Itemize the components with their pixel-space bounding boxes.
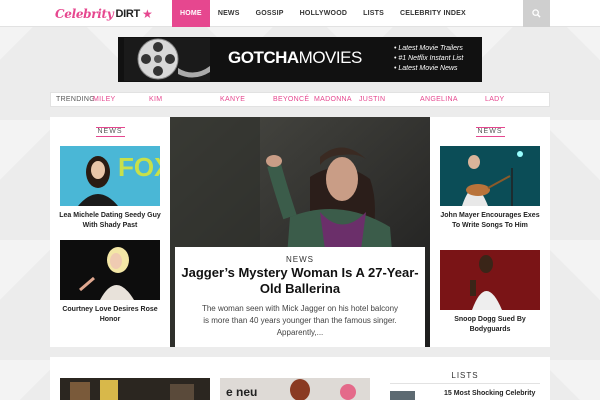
star-icon: ★: [141, 7, 153, 21]
trending-item-madonna[interactable]: MADONNA: [314, 96, 352, 103]
nav-item-home[interactable]: HOME: [172, 0, 210, 27]
lists-item-title[interactable]: 15 Most Shocking Celebrity: [444, 390, 535, 397]
trending-item-beyonce[interactable]: BEYONCÉ: [273, 96, 309, 103]
featured-story[interactable]: NEWS Jagger’s Mystery Woman Is A 27-Year…: [170, 117, 430, 347]
search-button[interactable]: [523, 0, 550, 27]
nav-item-hollywood[interactable]: HOLLYWOOD: [292, 0, 355, 27]
trending-item-lady[interactable]: LADY: [485, 96, 505, 103]
story-headline-lea-michele[interactable]: Lea Michele Dating Seedy Guy With Shady …: [58, 211, 162, 231]
section-label-text: NEWS: [475, 127, 505, 137]
story-headline-courtney-love[interactable]: Courtney Love Desires Rose Honor: [58, 305, 162, 325]
section-label: NEWS: [50, 127, 170, 137]
trending-item-miley[interactable]: MILEY: [93, 96, 116, 103]
svg-text:e neu: e neu: [226, 385, 257, 399]
film-reel-icon: [124, 38, 210, 81]
trending-item-angelina[interactable]: ANGELINA: [420, 96, 458, 103]
bottom-stories-strip: e neu LISTS 15 Most Shocking Celebrity: [50, 357, 550, 400]
lists-divider: [390, 383, 540, 384]
lea-michele-photo: FOX: [60, 146, 160, 206]
banner-title-bold: GOTCHA: [228, 48, 299, 67]
banner-list-item: • #1 Netflix Instant List: [394, 55, 464, 62]
trending-label: TRENDING: [56, 96, 95, 103]
courtney-love-photo: [60, 240, 160, 300]
banner-list-item: • Latest Movie Trailers: [394, 45, 463, 52]
story-thumbnail[interactable]: FOX: [60, 146, 160, 206]
section-label: NEWS: [430, 127, 550, 137]
gotcha-movies-banner[interactable]: GOTCHAMOVIES • Latest Movie Trailers • #…: [118, 37, 482, 82]
featured-story-title[interactable]: Jagger’s Mystery Woman Is A 27-Year-Old …: [180, 265, 420, 297]
story-headline-john-mayer[interactable]: John Mayer Encourages Exes To Write Song…: [438, 211, 542, 231]
banner-list-item: • Latest Movie News: [394, 65, 458, 72]
trending-bar: TRENDING MILEY KIM KANYE BEYONCÉ MADONNA…: [50, 92, 550, 107]
logo-dirt: DIRT: [115, 8, 140, 20]
bottom-story-photo: [60, 378, 210, 400]
nav-item-lists[interactable]: LISTS: [355, 0, 392, 27]
lists-item-thumbnail[interactable]: [390, 391, 415, 400]
banner-list: • Latest Movie Trailers • #1 Netflix Ins…: [394, 44, 463, 74]
nav-item-news[interactable]: NEWS: [210, 0, 248, 27]
featured-story-excerpt: The woman seen with Mick Jagger on his h…: [201, 304, 399, 337]
story-thumbnail[interactable]: [60, 240, 160, 300]
site-logo[interactable]: Celebrity DIRT ★: [55, 5, 153, 23]
right-news-column: NEWS John Mayer Encourages Exes To Write…: [430, 117, 550, 347]
top-navigation-bar: Celebrity DIRT ★ HOME NEWS GOSSIP HOLLYW…: [0, 0, 600, 27]
logo-wordmark: Celebrity: [55, 7, 114, 21]
john-mayer-photo: [440, 146, 540, 206]
left-news-column: NEWS FOX Lea Michele Dating Seedy Guy Wi…: [50, 117, 170, 347]
story-headline-snoop-dogg[interactable]: Snoop Dogg Sued By Bodyguards: [438, 315, 542, 335]
story-thumbnail[interactable]: [440, 250, 540, 310]
trending-item-kanye[interactable]: KANYE: [220, 96, 245, 103]
story-thumbnail[interactable]: [440, 146, 540, 206]
banner-title: GOTCHAMOVIES: [228, 48, 362, 68]
nav-item-gossip[interactable]: GOSSIP: [248, 0, 292, 27]
nav-item-celebrity-index[interactable]: CELEBRITY INDEX: [392, 0, 474, 27]
main-nav: HOME NEWS GOSSIP HOLLYWOOD LISTS CELEBRI…: [172, 0, 474, 27]
bottom-story-thumbnail[interactable]: [60, 378, 210, 400]
svg-text:FOX: FOX: [118, 152, 160, 182]
section-label-text: NEWS: [95, 127, 125, 137]
trending-item-kim[interactable]: KIM: [149, 96, 162, 103]
banner-title-thin: MOVIES: [298, 48, 363, 67]
search-icon: [532, 9, 541, 18]
bottom-story-photo: e neu: [220, 378, 370, 400]
trending-item-justin[interactable]: JUSTIN: [359, 96, 385, 103]
lists-section-label: LISTS: [451, 371, 479, 380]
bottom-story-thumbnail[interactable]: e neu: [220, 378, 370, 400]
featured-section-label: NEWS: [286, 255, 314, 264]
snoop-dogg-photo: [440, 250, 540, 310]
